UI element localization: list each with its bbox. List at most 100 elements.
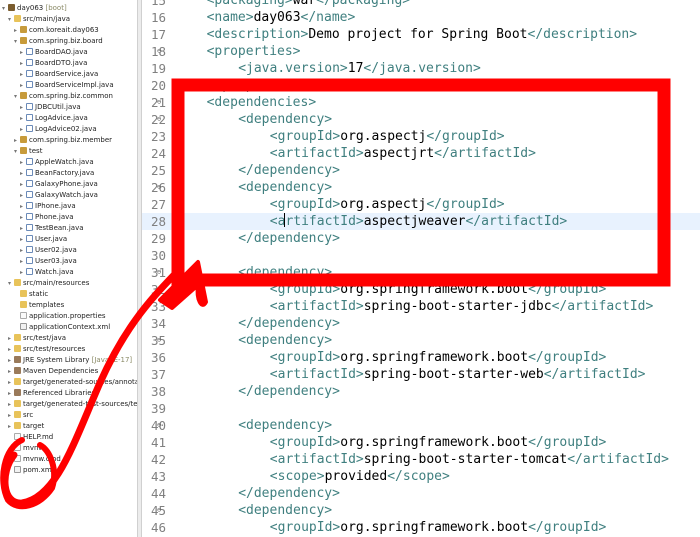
fold-toggle-icon[interactable]: ⊖ (157, 417, 161, 434)
tree-item[interactable]: ▸ AppleWatch.java (0, 157, 94, 168)
tree-item[interactable]: ▸ LogAdvice02.java (0, 124, 97, 135)
xml-tag: </dependency> (238, 486, 340, 501)
tree-item[interactable]: ▸ User03.java (0, 256, 77, 267)
tree-item[interactable]: ▸ BoardDAO.java (0, 47, 88, 58)
tree-item[interactable]: ▸ TestBean.java (0, 223, 84, 234)
xml-tag: </artifactId> (567, 452, 669, 467)
tree-item[interactable]: applicationContext.xml (0, 322, 110, 333)
code-line[interactable]: 32 <groupId>org.springframework.boot</gro… (142, 281, 700, 298)
fold-toggle-icon[interactable]: ⊖ (157, 332, 161, 349)
code-line[interactable]: 16 <name>day063</name> (142, 9, 700, 26)
tree-item[interactable]: ▾ src/main/java (0, 14, 70, 25)
tree-item[interactable]: ▸ JDBCUtil.java (0, 102, 81, 113)
tree-item[interactable]: mvnw.cmd (0, 454, 61, 465)
code-line[interactable]: 15 <packaging>war</packaging> (142, 0, 700, 9)
code-line[interactable]: 20 </properties> (142, 77, 700, 94)
code-line[interactable]: 17 <description>Demo project for Spring B… (142, 26, 700, 43)
fold-toggle-icon[interactable]: ⊖ (157, 111, 161, 128)
tree-item[interactable]: ▸ src/test/java (0, 333, 66, 344)
xml-tag: </groupId> (528, 520, 607, 535)
tree-item[interactable]: ▸ src/test/resources (0, 344, 85, 355)
xml-tag: <groupId> (269, 282, 341, 297)
code-line[interactable]: 41 <groupId>org.springframework.boot</gro… (142, 434, 700, 451)
tree-item[interactable]: ▸target/generated-sources/annotations (0, 377, 137, 388)
code-line[interactable]: 37 <artifactId>spring-boot-starter-web</a… (142, 366, 700, 383)
code-line[interactable]: 26 ⊖ <dependency> (142, 179, 700, 196)
tree-item[interactable]: ▸ User.java (0, 234, 67, 245)
code-line[interactable]: 22 ⊖ <dependency> (142, 111, 700, 128)
tree-item[interactable]: ▸ com.spring.biz.member (0, 135, 112, 146)
tree-item[interactable]: static (0, 289, 48, 300)
tree-item[interactable]: ▾ com.spring.biz.board (0, 36, 103, 47)
java-icon (26, 246, 33, 253)
tree-item[interactable]: ▸ target (0, 421, 44, 432)
code-line[interactable]: 35 ⊖ <dependency> (142, 332, 700, 349)
tree-item[interactable]: application.properties (0, 311, 106, 322)
fold-toggle-icon[interactable]: ⊖ (157, 179, 161, 196)
code-line[interactable]: 38 </dependency> (142, 383, 700, 400)
tree-item[interactable]: ▸ BeanFactory.java (0, 168, 94, 179)
code-line[interactable]: 36 <groupId>org.springframework.boot</gro… (142, 349, 700, 366)
code-line[interactable]: 23 <groupId>org.aspectj</groupId> (142, 128, 700, 145)
fold-toggle-icon[interactable]: ⊖ (157, 502, 161, 519)
tree-item[interactable]: ▸ BoardServiceImpl.java (0, 80, 114, 91)
code-line[interactable]: 39 (142, 400, 700, 417)
code-line[interactable]: 43 <scope>provided</scope> (142, 468, 700, 485)
pkg-icon (20, 37, 27, 44)
code-line[interactable]: 31 ⊖ <dependency> (142, 264, 700, 281)
tree-item[interactable]: ▸ GalaxyPhone.java (0, 179, 98, 190)
java-icon (26, 202, 33, 209)
folder-icon (14, 400, 21, 407)
pkg-icon (20, 136, 27, 143)
code-line[interactable]: 40 ⊖ <dependency> (142, 417, 700, 434)
tree-item[interactable]: ▸ src (0, 410, 33, 421)
tree-item[interactable]: templates (0, 300, 64, 311)
code-text: </dependency> (175, 383, 340, 400)
tree-item[interactable]: ▸ User02.java (0, 245, 77, 256)
tree-item[interactable]: ▸ BoardService.java (0, 69, 98, 80)
code-line[interactable]: 46 <groupId>org.springframework.boot</gro… (142, 519, 700, 536)
code-line[interactable]: 29 </dependency> (142, 230, 700, 247)
code-line[interactable]: 25 </dependency> (142, 162, 700, 179)
tree-item[interactable]: ▸ JRE System Library [JavaSE-17] (0, 355, 132, 366)
code-line[interactable]: 27 <groupId>org.aspectj</groupId> (142, 196, 700, 213)
tree-item[interactable]: ▸ Referenced Libraries (0, 388, 95, 399)
tree-item[interactable]: ▸ GalaxyWatch.java (0, 190, 98, 201)
tree-item[interactable]: ▸ LogAdvice.java (0, 113, 88, 124)
tree-item[interactable]: ▾ test (0, 146, 42, 157)
tree-item[interactable]: ▾ src/main/resources (0, 278, 89, 289)
tree-item[interactable]: HELP.md (0, 432, 53, 443)
code-line[interactable]: 34 </dependency> (142, 315, 700, 332)
xml-tag: <artifactId> (269, 213, 364, 229)
fold-toggle-icon[interactable]: ⊖ (157, 94, 161, 111)
xml-editor[interactable]: 15 <packaging>war</packaging> 16 <name>day0… (142, 0, 700, 537)
code-line[interactable]: 44 </dependency> (142, 485, 700, 502)
tree-item[interactable]: ▸ IPhone.java (0, 201, 76, 212)
tree-item[interactable]: ▸ Phone.java (0, 212, 74, 223)
fold-toggle-icon[interactable]: ⊖ (157, 43, 161, 60)
tree-item[interactable]: mvnw (0, 443, 44, 454)
tree-item[interactable]: ▸ com.koreait.day063 (0, 25, 99, 36)
tree-item[interactable]: ▾ day063 [boot] (0, 3, 67, 14)
tree-item[interactable]: ▸ Maven Dependencies (0, 366, 98, 377)
code-line[interactable]: 18 ⊖ <properties> (142, 43, 700, 60)
tree-item[interactable]: ▸ Watch.java (0, 267, 74, 278)
code-line[interactable]: 42 <artifactId>spring-boot-starter-tomcat… (142, 451, 700, 468)
tree-item[interactable]: ▾ com.spring.biz.common (0, 91, 113, 102)
tree-item[interactable]: pom.xml (0, 465, 54, 476)
tree-item[interactable]: ▸ BoardDTO.java (0, 58, 87, 69)
code-line[interactable]: 24 <artifactId>aspectjrt</artifactId> (142, 145, 700, 162)
code-line[interactable]: 21 ⊖ <dependencies> (142, 94, 700, 111)
code-line[interactable]: 45 ⊖ <dependency> (142, 502, 700, 519)
folder-icon (20, 301, 27, 308)
code-line[interactable]: 30 (142, 247, 700, 264)
code-line[interactable]: 33 <artifactId>spring-boot-starter-jdbc</… (142, 298, 700, 315)
current-code-line[interactable]: 28 <artifactId>aspectjweaver</artifactId> (142, 213, 700, 230)
tree-item[interactable]: ▸target/generated-test-sources/test-anno… (0, 399, 137, 410)
code-line[interactable]: 19 <java.version>17</java.version> (142, 60, 700, 77)
fold-toggle-icon[interactable]: ⊖ (157, 264, 161, 281)
tree-item-label: IPhone.java (35, 202, 76, 210)
file-icon (14, 444, 21, 451)
line-number: 15 (150, 0, 166, 8)
xml-tag: <name> (206, 10, 254, 25)
